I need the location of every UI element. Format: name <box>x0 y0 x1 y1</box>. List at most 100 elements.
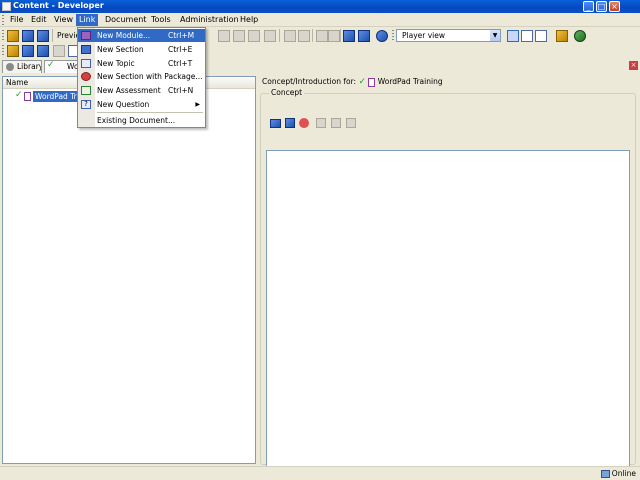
concept-group: Concept <box>260 88 636 471</box>
menu-item-shortcut: Ctrl+T <box>168 59 193 68</box>
submenu-arrow-icon: ▶ <box>195 101 200 108</box>
toolbar-grip[interactable] <box>392 30 394 41</box>
package-icon <box>81 72 91 81</box>
question-icon: ? <box>81 100 91 109</box>
menu-item-shortcut: Ctrl+M <box>168 31 195 40</box>
menu-item-label: New Section <box>97 45 144 54</box>
help-icon[interactable] <box>376 30 388 42</box>
layout-split-icon[interactable] <box>521 30 533 42</box>
refresh-icon[interactable] <box>574 30 586 42</box>
tab-library[interactable]: Library <box>2 60 42 73</box>
menu-new-section-with-package[interactable]: New Section with Package... <box>78 70 205 83</box>
section-icon <box>81 45 91 54</box>
concept-for-label: Concept/Introduction for: <box>262 77 357 86</box>
copy-icon[interactable] <box>218 30 230 42</box>
window-title: Content - Developer <box>13 1 104 10</box>
open-icon[interactable] <box>7 30 19 42</box>
document-icon <box>24 92 31 101</box>
document-icon <box>368 77 376 87</box>
edit-icon[interactable] <box>316 118 326 128</box>
menu-file[interactable]: File <box>7 14 26 26</box>
menu-new-topic[interactable]: New Topic Ctrl+T <box>78 57 205 70</box>
menu-edit[interactable]: Edit <box>28 14 50 26</box>
menubar-grip[interactable] <box>2 15 4 25</box>
tab-library-label: Library <box>17 62 42 71</box>
topic-icon <box>81 59 91 68</box>
checked-in-icon: ✓ <box>15 90 23 100</box>
checkmark-icon: ✓ <box>47 60 55 70</box>
player-view-select[interactable]: Player view ▼ <box>396 29 501 42</box>
create-icon[interactable] <box>331 118 341 128</box>
properties-icon[interactable] <box>248 30 260 42</box>
library-icon <box>6 63 14 71</box>
menu-new-module[interactable]: New Module... Ctrl+M <box>78 29 205 42</box>
network-icon <box>601 470 610 478</box>
toolbar-grip[interactable] <box>2 45 4 56</box>
menu-tools[interactable]: Tools <box>148 14 174 26</box>
minimize-button[interactable]: _ <box>583 1 594 12</box>
menu-new-question[interactable]: ? New Question ▶ <box>78 98 205 111</box>
layout-columns-icon[interactable] <box>535 30 547 42</box>
close-tab-icon[interactable]: × <box>629 61 638 70</box>
menu-new-section[interactable]: New Section Ctrl+E <box>78 43 205 56</box>
menu-item-label: New Assessment <box>97 86 161 95</box>
outline-pane: Name ✓ WordPad Trai <box>2 76 256 464</box>
toolbar-grip[interactable] <box>2 30 4 41</box>
insert-package-icon[interactable] <box>285 118 295 128</box>
checkmark-icon: ✓ <box>358 77 366 87</box>
status-online: Online <box>611 469 636 478</box>
toolbar-separator <box>340 29 341 42</box>
toolbar-separator <box>52 29 53 42</box>
menu-administration[interactable]: Administration <box>177 14 242 26</box>
tab-document-label: Wor <box>67 62 77 71</box>
title-bar: Content - Developer _ □ × <box>0 0 640 13</box>
chevron-down-icon[interactable]: ▼ <box>490 30 500 41</box>
menu-item-shortcut: Ctrl+N <box>168 86 194 95</box>
menu-item-label: New Section with Package... <box>97 72 203 81</box>
preview-icon[interactable] <box>346 118 356 128</box>
menu-link[interactable]: Link <box>76 14 99 26</box>
maximize-button[interactable]: □ <box>596 1 607 12</box>
concept-group-title: Concept <box>269 88 305 97</box>
layout-tree-icon[interactable] <box>507 30 519 42</box>
link-icon[interactable] <box>270 119 281 128</box>
menu-new-assessment[interactable]: New Assessment Ctrl+N <box>78 84 205 97</box>
close-button[interactable]: × <box>609 1 620 12</box>
menu-document[interactable]: Document <box>102 14 149 26</box>
menu-help[interactable]: Help <box>237 14 261 26</box>
menu-item-label: New Module... <box>97 31 151 40</box>
expand-icon[interactable] <box>316 30 328 42</box>
publish-icon[interactable] <box>37 30 49 42</box>
delete-icon[interactable] <box>233 30 245 42</box>
player-view-value: Player view <box>402 31 445 40</box>
undo-icon[interactable] <box>284 30 296 42</box>
save-icon[interactable] <box>22 30 34 42</box>
collapse-icon[interactable] <box>328 30 340 42</box>
new-topic-icon[interactable] <box>37 45 49 57</box>
status-bar: Online <box>0 466 640 480</box>
concept-editor[interactable] <box>266 150 630 471</box>
menu-view[interactable]: View <box>51 14 76 26</box>
toolbar-separator <box>312 29 313 42</box>
menu-bar: File Edit View Link Document Tools Admin… <box>0 13 640 27</box>
menu-item-label: New Topic <box>97 59 135 68</box>
window-icon[interactable] <box>556 30 568 42</box>
menu-item-label: Existing Document... <box>97 116 176 125</box>
layout-icon[interactable] <box>53 45 65 57</box>
menu-existing-document[interactable]: Existing Document... <box>78 114 205 127</box>
concept-pane: Concept/Introduction for: ✓ WordPad Trai… <box>258 76 638 471</box>
new-section-icon[interactable] <box>22 45 34 57</box>
toolbar-separator <box>279 29 280 42</box>
find-icon[interactable] <box>264 30 276 42</box>
binoculars-icon[interactable] <box>343 30 355 42</box>
assessment-icon <box>81 86 91 95</box>
concept-header: Concept/Introduction for: ✓ WordPad Trai… <box>262 77 443 87</box>
redo-icon[interactable] <box>298 30 310 42</box>
menu-item-shortcut: Ctrl+E <box>168 45 193 54</box>
app-icon <box>2 2 11 11</box>
remove-link-icon[interactable] <box>299 118 309 128</box>
new-module-icon[interactable] <box>7 45 19 57</box>
tab-document[interactable]: ✓ Wor <box>44 60 78 73</box>
spellcheck-icon[interactable] <box>358 30 370 42</box>
menu-item-label: New Question <box>97 100 150 109</box>
